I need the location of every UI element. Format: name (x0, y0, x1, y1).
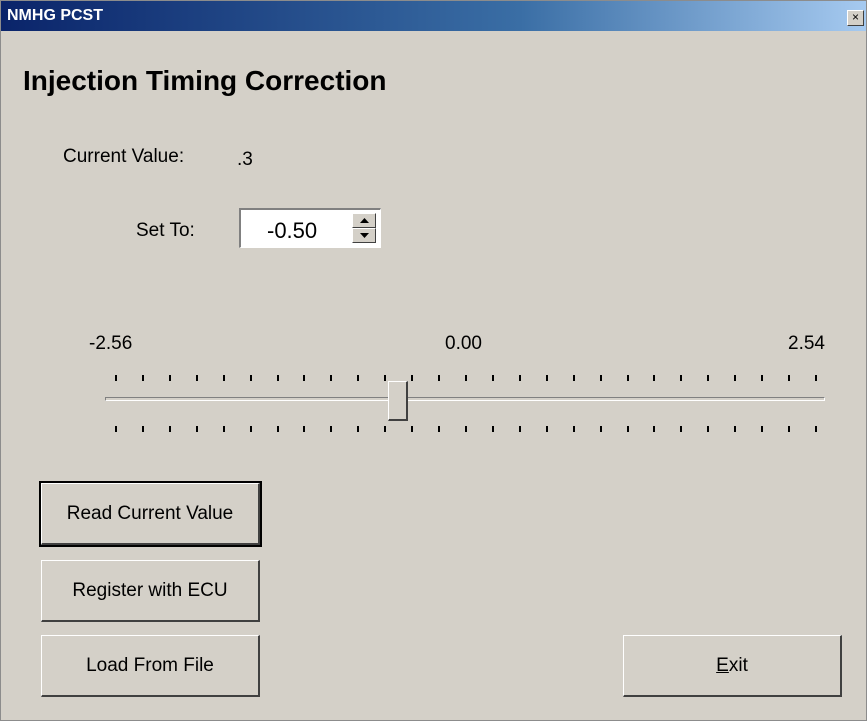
register-with-ecu-button[interactable]: Register with ECU (41, 560, 260, 622)
exit-button[interactable]: Exit (623, 635, 842, 697)
close-icon[interactable]: × (847, 10, 864, 26)
title-bar: NMHG PCST × (1, 1, 866, 31)
slider-tick (141, 426, 144, 432)
slider-tick (653, 375, 656, 381)
read-current-value-button[interactable]: Read Current Value (39, 481, 262, 547)
slider-tick (572, 375, 575, 381)
slider-track[interactable] (105, 397, 825, 401)
slider-tick (626, 426, 629, 432)
arrow-down-icon (360, 233, 369, 238)
slider-tick (115, 375, 117, 381)
page-title: Injection Timing Correction (23, 65, 387, 96)
current-value-readout: .3 (237, 149, 253, 170)
slider-thumb[interactable] (387, 381, 408, 421)
slider-tick (195, 375, 198, 381)
slider-tick (249, 426, 252, 432)
slider-tick (788, 375, 791, 381)
slider-tick (788, 426, 791, 432)
slider-tick (384, 375, 387, 381)
slider-tick (357, 426, 360, 432)
set-to-spinner[interactable]: -0.50 (239, 208, 381, 248)
slider-tick (195, 426, 198, 432)
slider-tick (465, 375, 467, 381)
read-current-value-label: Read Current Value (66, 503, 234, 524)
slider-tick (815, 375, 817, 381)
slider-tick (815, 426, 817, 432)
slider-tick (761, 375, 764, 381)
slider-tick (115, 426, 117, 432)
slider-tick (276, 375, 279, 381)
slider-tick (276, 426, 279, 432)
exit-label: Exit (716, 655, 748, 676)
slider-tick (141, 375, 144, 381)
slider-tick (653, 426, 656, 432)
slider-tick (734, 375, 737, 381)
slider-tick (465, 426, 467, 432)
load-from-file-label: Load From File (86, 655, 214, 676)
arrow-up-icon (360, 218, 369, 223)
slider-tick (411, 426, 414, 432)
set-to-value[interactable]: -0.50 (267, 218, 317, 244)
slider-tick (303, 426, 306, 432)
spinner-down-button[interactable] (352, 228, 376, 243)
slider-tick (303, 375, 306, 381)
slider-tick (438, 375, 441, 381)
slider-tick (599, 375, 602, 381)
window-title: NMHG PCST (7, 7, 103, 24)
spinner-up-button[interactable] (352, 213, 376, 228)
slider-tick (168, 426, 171, 432)
slider-tick (626, 375, 629, 381)
slider-tick (491, 426, 494, 432)
load-from-file-button[interactable]: Load From File (41, 635, 260, 697)
slider-tick (761, 426, 764, 432)
slider-mid-label: 0.00 (445, 333, 482, 354)
slider-tick (491, 375, 494, 381)
slider-tick (330, 426, 333, 432)
spinner-buttons (352, 212, 378, 244)
dialog-window: NMHG PCST × Injection Timing Correction … (0, 0, 867, 721)
slider-tick (222, 426, 225, 432)
slider-tick (518, 426, 521, 432)
register-with-ecu-label: Register with ECU (72, 580, 228, 601)
slider-tick (572, 426, 575, 432)
slider-tick (330, 375, 333, 381)
slider-tick (545, 426, 548, 432)
slider-tick (384, 426, 387, 432)
slider-max-label: 2.54 (788, 333, 825, 354)
slider-tick (599, 426, 602, 432)
slider-tick (734, 426, 737, 432)
slider-tick (545, 375, 548, 381)
current-value-label: Current Value: (63, 146, 185, 167)
slider-tick (680, 426, 683, 432)
slider-min-label: -2.56 (89, 333, 133, 354)
slider-tick (707, 375, 710, 381)
slider-tick (222, 375, 225, 381)
slider-tick (168, 375, 171, 381)
slider-tick (411, 375, 414, 381)
slider-tick (518, 375, 521, 381)
slider-tick (707, 426, 710, 432)
slider-tick (680, 375, 683, 381)
set-to-label: Set To: (136, 220, 195, 241)
slider-tick (249, 375, 252, 381)
slider-tick (438, 426, 441, 432)
slider-tick (357, 375, 360, 381)
